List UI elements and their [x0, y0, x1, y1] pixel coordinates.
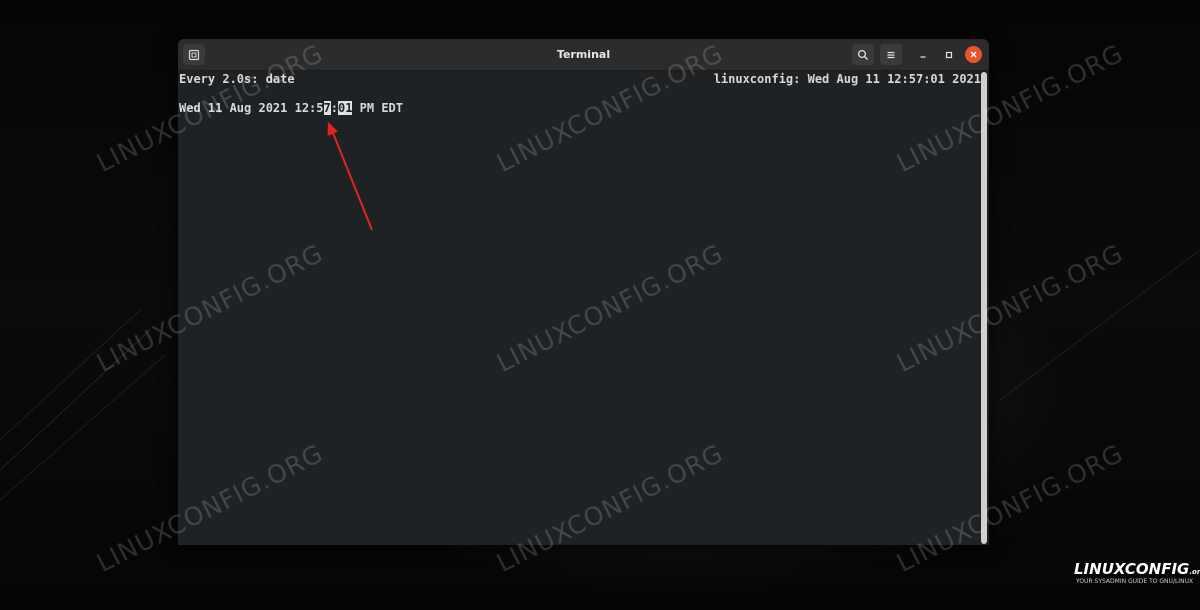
annotation-arrow — [327, 122, 373, 231]
linuxconfig-logo: LINUXCONFIG.org YOUR SYSADMIN GUIDE TO G… — [1074, 560, 1200, 590]
logo-wordmark: LINUXCONFIG.org — [1074, 560, 1200, 578]
desktop-background: Terminal Every 2.0s: date linuxconfig: W… — [0, 0, 1200, 610]
logo-tagline: YOUR SYSADMIN GUIDE TO GNU/LINUX — [1076, 578, 1194, 585]
